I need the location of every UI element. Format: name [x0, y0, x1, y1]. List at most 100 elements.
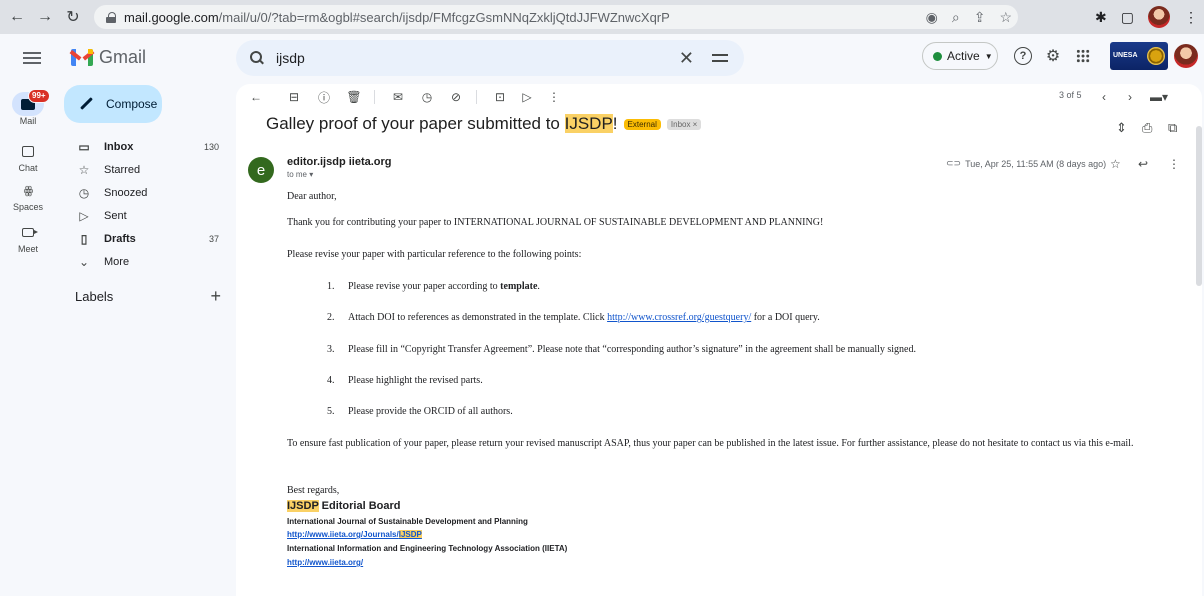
bookmark-star-icon[interactable]: ☆ — [999, 9, 1012, 26]
crossref-link[interactable]: http://www.crossref.org/guestquery/ — [607, 312, 751, 323]
list-item: 3. Please fill in “Copyright Transfer Agr… — [327, 344, 916, 355]
toolbar-divider — [476, 90, 477, 104]
add-task-icon[interactable]: ⊘ — [448, 89, 464, 105]
extensions-icon[interactable]: ✱ — [1095, 9, 1107, 26]
sidebar-item-label: Sent — [104, 209, 127, 222]
pencil-icon — [80, 97, 94, 111]
sidebar-item-label: Inbox — [104, 140, 134, 153]
rail-chat[interactable]: Chat — [0, 139, 56, 173]
status-label: Active — [947, 49, 980, 63]
zoom-icon[interactable]: ⌕ — [952, 9, 960, 26]
list-item: 4. Please highlight the revised parts. — [327, 375, 483, 386]
list-item: 5. Please provide the ORCID of all author… — [327, 406, 513, 417]
gmail-logo[interactable]: Gmail — [69, 47, 147, 68]
clock-icon: ◷ — [78, 185, 90, 200]
reply-icon[interactable]: ↩ — [1138, 157, 1148, 171]
browser-menu-icon[interactable]: ⋮ — [1184, 9, 1198, 26]
sidebar-item-label: Snoozed — [104, 186, 148, 199]
snooze-icon[interactable]: ◷ — [419, 89, 435, 105]
lock-icon — [106, 11, 116, 23]
forward-arrow-icon[interactable]: → — [34, 6, 56, 28]
older-chevron-icon[interactable]: › — [1122, 89, 1138, 105]
sender-name[interactable]: editor.ijsdp iieta.org — [287, 156, 392, 168]
clear-search-icon[interactable]: ✕ — [679, 48, 694, 69]
report-spam-icon[interactable]: ⓘ — [316, 89, 332, 105]
gmail-header: Gmail ijsdp ✕ Active ▼ ? ⚙ UNESA — [0, 34, 1204, 84]
rail-mail[interactable]: 99+ Mail — [0, 89, 56, 126]
sidebar-item-sent[interactable]: ▷ Sent — [56, 204, 236, 227]
sidebar-item-drafts[interactable]: ▯ Drafts 37 — [56, 227, 236, 250]
message-more-icon[interactable]: ⋮ — [1168, 157, 1180, 171]
open-new-window-icon[interactable]: ⧉ — [1168, 120, 1177, 136]
inbox-count: 130 — [203, 141, 219, 152]
sidebar-item-snoozed[interactable]: ◷ Snoozed — [56, 181, 236, 204]
gmail-m-icon — [69, 49, 95, 66]
star-icon: ☆ — [78, 162, 90, 177]
back-arrow-icon[interactable]: ← — [6, 6, 28, 28]
message-date: ⊂⊃ Tue, Apr 25, 11:55 AM (8 days ago) — [946, 158, 1106, 169]
share-icon[interactable]: ⇪ — [974, 9, 986, 26]
message-toolbar: ← ⊟ ⓘ 🗑 ✉ ◷ ⊘ ⊡ ▷ ⋮ 3 of 5 ‹ › ▬▾ — [236, 84, 1202, 110]
settings-gear-icon[interactable]: ⚙ — [1044, 47, 1062, 65]
input-tools-icon[interactable]: ▬▾ — [1148, 89, 1170, 105]
newer-chevron-icon[interactable]: ‹ — [1096, 89, 1112, 105]
sidebar-item-inbox[interactable]: ▭ Inbox 130 — [56, 135, 236, 158]
labels-heading: Labels — [75, 289, 114, 304]
attachment-icon: ⊂⊃ — [946, 158, 962, 168]
rail-meet[interactable]: Meet — [0, 220, 56, 254]
signature-association: International Information and Engineerin… — [287, 544, 568, 553]
lead-paragraph: Please revise your paper with particular… — [287, 249, 582, 260]
apps-grid-icon[interactable] — [1074, 47, 1092, 65]
signature-association-link[interactable]: http://www.iieta.org/ — [287, 558, 363, 567]
inbox-label-chip[interactable]: Inbox × — [666, 118, 702, 130]
delete-icon[interactable]: 🗑 — [346, 89, 362, 105]
message-scrollbar[interactable] — [1196, 126, 1202, 286]
status-dropdown[interactable]: Active ▼ — [922, 42, 998, 70]
date-text: Tue, Apr 25, 11:55 AM (8 days ago) — [965, 158, 1107, 169]
print-icon[interactable]: ⎙ — [1142, 120, 1152, 136]
unread-badge: 99+ — [28, 89, 50, 103]
rail-meet-label: Meet — [17, 244, 38, 254]
add-label-icon[interactable]: + — [210, 287, 221, 305]
sidebar-item-starred[interactable]: ☆ Starred — [56, 158, 236, 181]
recipient-details[interactable]: to me ▾ — [287, 170, 313, 179]
account-avatar[interactable] — [1174, 44, 1198, 68]
email-subject: Galley proof of your paper submitted to … — [266, 114, 702, 134]
browser-toolbar: ← → ↻ mail.google.com/mail/u/0/?tab=rm&o… — [0, 0, 1204, 34]
sidebar-item-label: Starred — [104, 163, 141, 176]
compose-button[interactable]: Compose — [64, 85, 162, 123]
move-to-icon[interactable]: ⊡ — [492, 89, 508, 105]
side-panel-icon[interactable]: ▢ — [1121, 9, 1134, 26]
search-input[interactable]: ijsdp — [276, 50, 679, 66]
address-bar[interactable]: mail.google.com/mail/u/0/?tab=rm&ogbl#se… — [94, 5, 1018, 29]
mark-unread-icon[interactable]: ✉ — [390, 89, 406, 105]
sender-avatar[interactable]: e — [248, 157, 274, 183]
collapse-all-icon[interactable]: ⇕ — [1116, 120, 1127, 136]
folder-list: ▭ Inbox 130 ☆ Starred ◷ Snoozed ▷ Sent ▯… — [56, 135, 236, 273]
draft-icon: ▯ — [80, 231, 88, 246]
gmail-logo-text: Gmail — [99, 47, 147, 67]
search-options-icon[interactable] — [712, 52, 728, 64]
search-icon[interactable] — [250, 51, 264, 65]
app-rail: 99+ Mail Chat ꙮ Spaces Meet — [0, 84, 56, 596]
intro-paragraph: Thank you for contributing your paper to… — [287, 217, 824, 228]
organization-logo[interactable]: UNESA — [1110, 42, 1168, 70]
main-menu-icon[interactable] — [23, 52, 41, 64]
star-message-icon[interactable]: ☆ — [1110, 157, 1121, 171]
back-to-list-icon[interactable]: ← — [248, 89, 264, 105]
chevron-down-icon: ⌄ — [78, 254, 90, 269]
label-icon[interactable]: ▷ — [519, 89, 535, 105]
search-bar[interactable]: ijsdp ✕ — [236, 40, 744, 76]
archive-icon[interactable]: ⊟ — [286, 89, 302, 105]
labels-section: Labels + — [75, 287, 221, 305]
greeting: Dear author, — [287, 191, 337, 202]
more-options-icon[interactable]: ⋮ — [546, 89, 562, 105]
help-icon[interactable]: ? — [1014, 47, 1032, 65]
sidebar-item-more[interactable]: ⌄ More — [56, 250, 236, 273]
location-icon[interactable]: ◉ — [926, 9, 938, 26]
active-status-dot — [933, 51, 942, 61]
rail-spaces[interactable]: ꙮ Spaces — [0, 178, 56, 213]
reload-icon[interactable]: ↻ — [62, 6, 84, 28]
signature-journal-link[interactable]: http://www.iieta.org/Journals/IJSDP — [287, 530, 422, 539]
browser-profile-avatar[interactable] — [1148, 6, 1170, 28]
